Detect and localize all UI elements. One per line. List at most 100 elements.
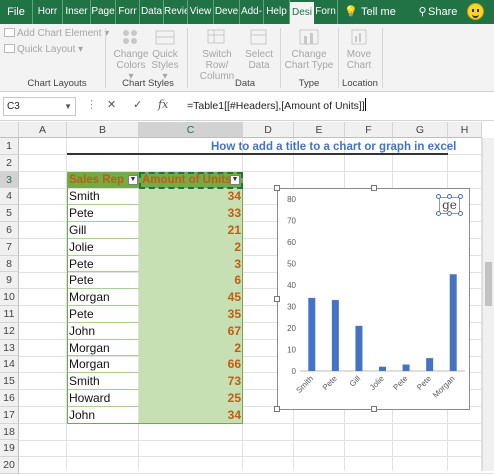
quick-styles-icon [155,30,175,45]
y-tick-label: 80 [287,195,296,204]
y-tick-label: 70 [287,217,296,226]
row-header-12[interactable]: 12 [0,322,19,340]
row-header-3[interactable]: 3 [0,171,19,189]
row-header-18[interactable]: 18 [0,423,19,441]
select-all-corner[interactable] [0,122,19,138]
change-chart-type-label-1: Change [291,49,327,60]
textbox-handle[interactable] [447,211,452,216]
column-header-d[interactable]: D [243,122,294,138]
row-header-4[interactable]: 4 [0,188,19,206]
lightbulb-icon[interactable]: 💡 [341,0,361,24]
select-data-button[interactable]: Select Data [243,28,275,71]
feedback-smiley-icon[interactable] [467,3,484,20]
name-box-value: C3 [7,101,20,112]
add-chart-element-label: Add Chart Element [17,28,102,39]
tab-help[interactable]: Help [264,0,290,24]
column-header-g[interactable]: G [393,122,448,138]
selected-cell-c3[interactable] [139,172,243,189]
tell-me-box[interactable]: Tell me [361,0,401,24]
palette-icon [123,30,137,44]
chart-bar [355,325,363,371]
move-chart-button[interactable]: Move Chart [342,28,376,71]
tab-horr[interactable]: Horr [33,0,63,24]
row-header-13[interactable]: 13 [0,339,19,357]
change-chart-type-button[interactable]: Change Chart Type [284,28,334,71]
quick-layout-button[interactable]: Quick Layout ▾ [4,44,83,55]
tab-deve[interactable]: Deve [214,0,240,24]
select-data-icon [250,29,267,45]
tab-desi[interactable]: Desi [290,2,314,24]
vertical-scrollbar[interactable] [482,138,494,471]
tab-data[interactable]: Data [140,0,164,24]
row-header-19[interactable]: 19 [0,440,19,458]
row-header-8[interactable]: 8 [0,255,19,273]
x-tick-label: Gill [348,374,363,389]
row-header-7[interactable]: 7 [0,238,19,256]
row-header-6[interactable]: 6 [0,222,19,239]
chart-resize-handle[interactable] [274,185,280,191]
tab-add[interactable]: Add- [240,0,264,24]
change-chart-type-label-2: Chart Type [284,60,334,71]
tab-forr[interactable]: Forr [116,0,140,24]
textbox-handle[interactable] [458,211,463,216]
row-header-9[interactable]: 9 [0,272,19,290]
tab-inser[interactable]: Inser [63,0,91,24]
row-header-14[interactable]: 14 [0,356,19,374]
row-header-15[interactable]: 15 [0,373,19,390]
row-header-10[interactable]: 10 [0,289,19,306]
row-header-20[interactable]: 20 [0,457,19,474]
chart-plot: 0 10 20 30 40 50 60 70 80 Smith Pete Gill Jolie Pete P… [287,195,465,400]
more-options-icon: ⋮ [86,99,97,111]
group-divider [280,28,281,88]
switch-row-column-button[interactable]: Switch Row/ Column [191,28,243,82]
group-location: Location [342,78,378,89]
name-box[interactable]: C3 ▼ [3,97,76,116]
cancel-icon[interactable]: ✕ [107,98,116,111]
formula-input[interactable]: =Table1[[#Headers],[Amount of Units]] [183,97,490,116]
quick-layout-icon [4,44,15,53]
tab-forn[interactable]: Forn [314,0,338,24]
x-tick-label: Pete [321,374,339,392]
row-header-1[interactable]: 1 [0,138,19,155]
textbox-handle[interactable] [447,194,452,199]
chart-resize-handle[interactable] [371,185,377,191]
row-header-16[interactable]: 16 [0,390,19,407]
scrollbar-thumb[interactable] [485,262,492,306]
insert-function-icon[interactable]: fx [158,98,168,111]
chevron-down-icon[interactable]: ▼ [64,98,72,115]
column-header-e[interactable]: E [294,122,345,138]
move-chart-icon [351,29,367,45]
row-header-2[interactable]: 2 [0,154,19,172]
row-header-17[interactable]: 17 [0,406,19,424]
textbox-handle[interactable] [436,194,441,199]
column-header-c[interactable]: C [139,122,243,138]
share-button[interactable]: Share [428,0,462,24]
gridline [19,456,494,458]
chart-resize-handle[interactable] [274,406,280,412]
tab-view[interactable]: View [188,0,214,24]
add-chart-element-button[interactable]: Add Chart Element ▾ [4,28,109,39]
chart-resize-handle[interactable] [371,406,377,412]
column-header-h[interactable]: H [448,122,482,138]
textbox-handle[interactable] [458,194,463,199]
row-header-11[interactable]: 11 [0,306,19,323]
change-colors-button[interactable]: Change Colors ▾ [113,28,149,82]
chart-resize-handle[interactable] [274,296,280,302]
enter-icon[interactable]: ✓ [133,98,142,111]
textbox-handle[interactable] [436,211,441,216]
select-data-label-2: Data [248,60,270,71]
tab-page[interactable]: Page [91,0,116,24]
column-header-b[interactable]: B [67,122,139,138]
tab-file[interactable]: File [0,0,33,24]
group-divider [187,28,188,88]
switch-row-column-label-1: Switch Row/ [202,49,232,71]
chart[interactable]: 0 10 20 30 40 50 60 70 80 Smith Pete Gill Jolie Pete P… [274,185,470,412]
tab-revie[interactable]: Revie [164,0,188,24]
gridline [19,439,494,441]
quick-styles-button[interactable]: Quick Styles ▾ [149,28,181,82]
column-header-f[interactable]: F [345,122,393,138]
column-header-a[interactable]: A [19,122,67,138]
group-chart-styles: Chart Styles [122,78,174,89]
quick-layout-label: Quick Layout [17,44,76,55]
row-header-5[interactable]: 5 [0,205,19,222]
